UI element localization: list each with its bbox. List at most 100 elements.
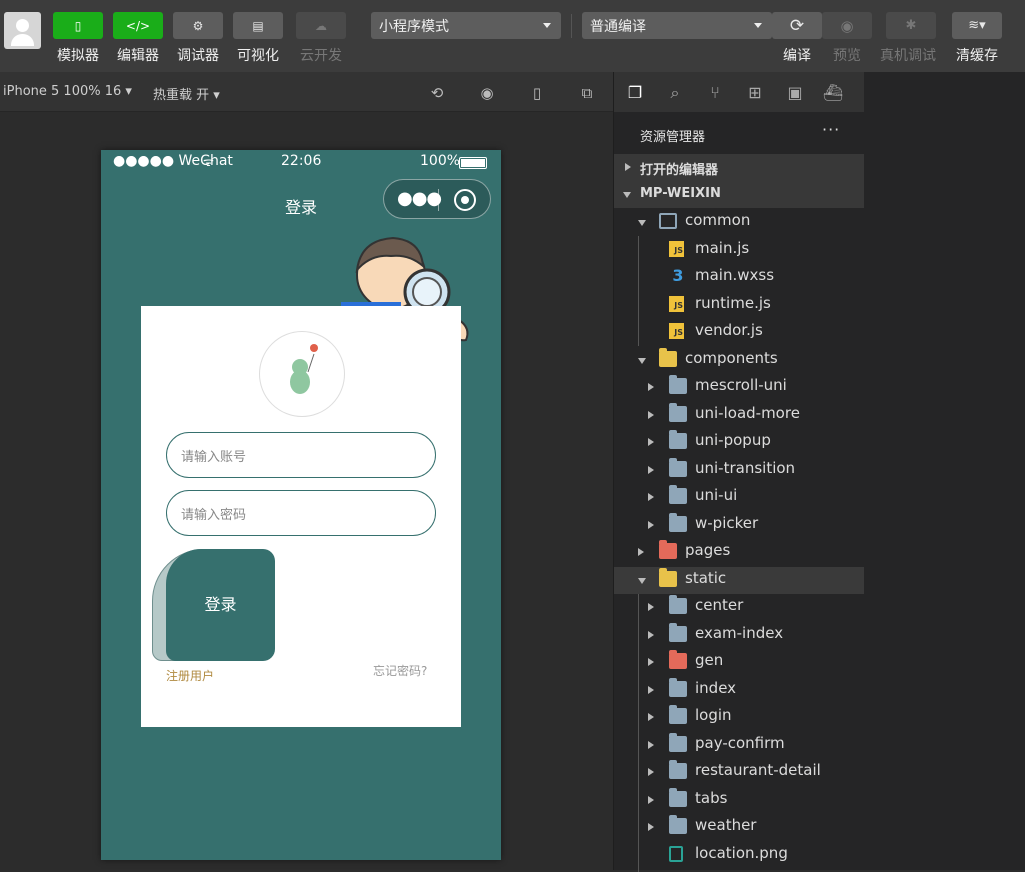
preview-button[interactable]: ◉ 预览	[822, 12, 872, 65]
folder-icon	[659, 540, 677, 559]
tree-item[interactable]: weather	[614, 814, 864, 841]
dinosaur-icon	[290, 344, 318, 394]
account-input[interactable]: 请输入账号	[166, 432, 436, 478]
simulator-toolbar: iPhone 5 100% 16 ▾ 热重载 开 ▾ ⟲ ◉ ▯ ⧉	[0, 72, 613, 112]
tree-item[interactable]: w-picker	[614, 512, 864, 539]
tree-item[interactable]: mescroll-uni	[614, 374, 864, 401]
editor-toggle[interactable]: </> 编辑器	[113, 12, 163, 65]
remote-debug-label: 真机调试	[880, 48, 936, 64]
tree-item[interactable]: exam-index	[614, 622, 864, 649]
chevron-right-icon[interactable]	[648, 658, 654, 666]
tree-item[interactable]: pages	[614, 539, 864, 566]
chevron-right-icon[interactable]	[648, 493, 654, 501]
chevron-right-icon[interactable]	[648, 438, 654, 446]
chevron-right-icon[interactable]	[648, 603, 654, 611]
mode-select[interactable]: 小程序模式	[371, 12, 561, 39]
phone-icon[interactable]: ▯	[528, 84, 546, 102]
tree-item[interactable]: static	[614, 566, 864, 594]
debugger-label: 调试器	[177, 48, 219, 64]
more-icon[interactable]: ···	[822, 120, 840, 139]
visual-toggle[interactable]: ▤ 可视化	[233, 12, 283, 65]
more-icon[interactable]: ●●●	[397, 190, 442, 208]
tree-item[interactable]: pay-confirm	[614, 732, 864, 759]
open-editors-section[interactable]: 打开的编辑器	[614, 154, 864, 181]
project-section[interactable]: MP-WEIXIN	[614, 181, 864, 208]
user-avatar[interactable]	[4, 12, 41, 49]
debugger-toggle[interactable]: ⚙ 调试器	[173, 12, 223, 65]
password-input[interactable]: 请输入密码	[166, 490, 436, 536]
layout-icon: ▤	[233, 12, 283, 39]
tree-item[interactable]: uni-popup	[614, 429, 864, 456]
search-icon[interactable]: ⌕	[664, 82, 686, 104]
tree-item[interactable]: uni-transition	[614, 457, 864, 484]
chevron-right-icon[interactable]	[648, 685, 654, 694]
tree-item[interactable]: center	[614, 594, 864, 621]
tree-item[interactable]: tabs	[614, 787, 864, 814]
chevron-down-icon[interactable]	[638, 577, 646, 584]
stop-icon[interactable]: ◉	[478, 84, 496, 102]
chevron-down-icon[interactable]	[638, 220, 646, 226]
chevron-right-icon[interactable]	[648, 740, 654, 749]
tree-item[interactable]: index	[614, 677, 864, 704]
chevron-right-icon[interactable]	[648, 768, 654, 776]
chevron-right-icon[interactable]	[638, 548, 644, 556]
chevron-right-icon[interactable]	[648, 410, 654, 419]
register-link[interactable]: 注册用户	[166, 667, 214, 684]
editor-label: 编辑器	[117, 48, 159, 64]
compile-button[interactable]: ⟳ 编译	[772, 12, 822, 65]
tree-item-label: index	[695, 678, 737, 697]
chevron-right-icon[interactable]	[648, 795, 654, 804]
tree-item[interactable]: JS main.js	[614, 237, 864, 264]
tree-item-label: vendor.js	[695, 321, 763, 339]
device-select[interactable]: iPhone 5 100% 16 ▾	[3, 84, 132, 99]
tree-item-label: main.js	[695, 238, 750, 257]
extensions-icon[interactable]: ⊞	[744, 82, 766, 104]
tree-item[interactable]: restaurant-detail	[614, 759, 864, 786]
tree-item-label: location.png	[695, 843, 788, 862]
folder-icon	[669, 375, 687, 394]
chevron-right-icon[interactable]	[648, 630, 654, 639]
files-icon[interactable]: ❐	[624, 82, 646, 104]
device-select-value: iPhone 5 100% 16	[3, 84, 122, 99]
source-control-icon[interactable]: ⑂	[704, 82, 726, 104]
tree-item[interactable]: gen	[614, 649, 864, 676]
tree-item[interactable]: JS runtime.js	[614, 292, 864, 319]
password-placeholder: 请输入密码	[181, 508, 247, 523]
tree-item[interactable]: uni-ui	[614, 484, 864, 511]
rotate-icon[interactable]: ⟲	[428, 84, 446, 102]
hot-reload-value: 热重载 开	[153, 88, 210, 103]
simulator-toggle[interactable]: ▯ 模拟器	[53, 12, 103, 65]
bug-icon: ✱	[886, 12, 936, 39]
chevron-right-icon[interactable]	[648, 383, 654, 391]
chevron-right-icon[interactable]	[648, 823, 654, 831]
forgot-password-link[interactable]: 忘记密码?	[373, 662, 427, 679]
tree-item[interactable]: login	[614, 704, 864, 731]
close-icon[interactable]	[454, 189, 476, 211]
tree-item[interactable]: location.png	[614, 842, 864, 869]
tree-item[interactable]: uni-load-more	[614, 402, 864, 429]
tree-item[interactable]: 3 main.wxss	[614, 264, 864, 291]
tree-item[interactable]: JS vendor.js	[614, 319, 864, 346]
save-icon[interactable]: ▣	[784, 82, 806, 104]
cloud-dev-button[interactable]: ☁ 云开发	[296, 12, 346, 65]
popout-icon[interactable]: ⧉	[578, 84, 596, 102]
chevron-right-icon[interactable]	[648, 713, 654, 721]
clear-cache-button[interactable]: ≋▾ 清缓存	[952, 12, 1002, 65]
chevron-down-icon[interactable]	[638, 357, 646, 364]
login-button[interactable]: 登录	[166, 549, 275, 661]
folder-icon	[669, 650, 687, 669]
hot-reload-select[interactable]: 热重载 开 ▾	[153, 84, 220, 103]
chevron-right-icon[interactable]	[648, 465, 654, 474]
folder-icon	[669, 430, 687, 449]
remote-debug-button[interactable]: ✱ 真机调试	[880, 12, 936, 65]
chevron-right-icon[interactable]	[648, 520, 654, 529]
compile-select[interactable]: 普通编译	[582, 12, 772, 39]
docker-icon[interactable]: ⛴	[822, 82, 844, 104]
folder-icon	[669, 760, 687, 779]
folder-icon	[669, 622, 687, 642]
tree-item[interactable]: components	[614, 347, 864, 374]
tree-item-label: tabs	[695, 788, 728, 807]
chevron-down-icon	[754, 23, 762, 28]
tree-item[interactable]: common	[614, 209, 864, 236]
folder-icon	[669, 732, 687, 752]
